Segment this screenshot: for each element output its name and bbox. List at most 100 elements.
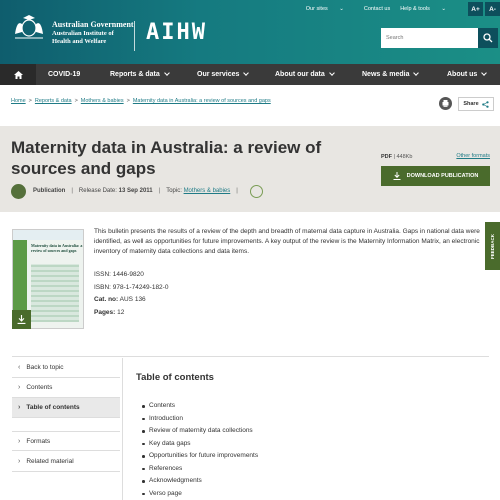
share-icon [481, 100, 489, 108]
contact-link[interactable]: Contact us [364, 6, 390, 12]
text-smaller-button[interactable]: A- [485, 2, 500, 16]
list-item[interactable]: Opportunities for future improvements [141, 450, 258, 463]
breadcrumb-current[interactable]: Maternity data in Australia: a review of… [133, 98, 271, 104]
list-item[interactable]: Verso page [141, 488, 258, 500]
utility-links: Our sites ⌄ Contact us Help & tools ⌄ A+… [306, 0, 500, 18]
list-item[interactable]: Contents [141, 400, 258, 413]
feedback-tab[interactable]: FEEDBACK [485, 222, 500, 270]
list-item[interactable]: Key data gaps [141, 438, 258, 451]
site-header: Australian Government Australian Institu… [0, 0, 500, 64]
nav-item-our-services[interactable]: Our services [197, 64, 250, 85]
home-nav-button[interactable] [0, 64, 36, 85]
sidebar-item-label: Back to topic [26, 364, 64, 371]
breadcrumb-home[interactable]: Home [11, 98, 26, 104]
help-link[interactable]: Help & tools ⌄ [400, 6, 456, 12]
sidebar-item-contents[interactable]: › Contents [12, 378, 120, 398]
file-format-info: PDF | 448Kb [381, 154, 413, 160]
chevron-down-icon [481, 70, 488, 76]
publication-abstract: This bulletin presents the results of a … [94, 228, 480, 255]
nav-label: About our data [275, 71, 325, 78]
release-date: 13 Sep 2011 [118, 188, 153, 194]
file-format: PDF [381, 154, 392, 160]
divider: | [158, 188, 161, 194]
breadcrumb-reports-data[interactable]: Reports & data [35, 98, 72, 104]
chevron-down-icon: ⌄ [441, 6, 446, 12]
search-icon [483, 33, 493, 43]
toc-heading: Table of contents [136, 372, 214, 383]
page-title: Maternity data in Australia: a review of… [11, 138, 322, 178]
divider: | [71, 188, 73, 194]
print-button[interactable] [439, 97, 452, 110]
breadcrumb-separator: > [126, 98, 130, 104]
list-item[interactable]: References [141, 463, 258, 476]
sidebar-item-label: Formats [26, 437, 51, 445]
download-icon [17, 315, 26, 324]
text-larger-button[interactable]: A+ [468, 2, 483, 16]
nav-item-about-our-data[interactable]: About our data [275, 64, 335, 85]
nav-item-about-us[interactable]: About us [447, 64, 488, 85]
divider: | [236, 188, 238, 194]
chevron-down-icon: ⌄ [339, 6, 344, 12]
nav-label: COVID-19 [48, 71, 81, 78]
topic-link[interactable]: Mothers & babies [184, 188, 231, 194]
publication-info-row: Publication | Release Date: 13 Sep 2011 … [11, 183, 263, 199]
nav-label: Reports & data [110, 71, 160, 78]
issn-row: ISSN: 1446-9820 [94, 269, 168, 282]
breadcrumb-mothers-babies[interactable]: Mothers & babies [81, 98, 124, 104]
cat-label: Cat. no: [94, 296, 119, 303]
pages-value: 12 [117, 308, 125, 316]
list-item[interactable]: Acknowledgments [141, 475, 258, 488]
search-button[interactable] [478, 28, 498, 48]
government-branding[interactable]: Australian Government Australian Institu… [52, 20, 134, 46]
publication-type: Publication [33, 188, 66, 194]
issn-value: 1446-9820 [112, 271, 144, 278]
home-icon [13, 70, 23, 79]
printer-icon [442, 100, 449, 107]
chevron-right-icon: › [18, 437, 21, 445]
cover-download-button[interactable] [12, 310, 31, 329]
institute-name-line2: Health and Welfare [52, 38, 107, 45]
breadcrumb-separator: > [74, 98, 78, 104]
cover-header [13, 230, 83, 240]
chevron-down-icon [163, 70, 170, 76]
chevron-down-icon [328, 70, 335, 76]
download-publication-button[interactable]: DOWNLOAD PUBLICATION [381, 166, 490, 186]
sidebar-item-toc[interactable]: › Table of contents [12, 398, 120, 418]
chevron-down-icon [413, 70, 420, 76]
nav-item-news-media[interactable]: News & media [362, 64, 420, 85]
sidebar-item-label: Related material [26, 458, 74, 465]
sidebar-item-formats[interactable]: › Formats [12, 431, 120, 451]
help-label: Help & tools [400, 6, 430, 12]
breadcrumb: Home > Reports & data > Mothers & babies > Mat… [11, 98, 271, 104]
chevron-right-icon: › [18, 384, 21, 391]
table-of-contents-panel: Table of contents Contents Introduction … [122, 358, 489, 500]
search-input[interactable]: Search [381, 28, 478, 48]
nav-item-reports-data[interactable]: Reports & data [110, 64, 170, 85]
cover-title: Maternity data in Australia: a review of… [31, 243, 83, 253]
nav-label: News & media [362, 71, 410, 78]
sidebar-item-related[interactable]: › Related material [12, 452, 120, 472]
sidebar-item-label: Contents [26, 384, 53, 391]
chevron-right-icon: › [18, 458, 21, 465]
our-sites-link[interactable]: Our sites ⌄ [306, 6, 354, 12]
sidebar-item-back[interactable]: ‹ Back to topic [12, 358, 120, 378]
release-date-label: Release Date: [78, 188, 117, 194]
cat-value: AUS 136 [119, 296, 146, 303]
aihw-logo[interactable]: AIHW [146, 20, 207, 45]
other-formats-link[interactable]: Other formats [456, 153, 490, 159]
feedback-label: FEEDBACK [490, 233, 496, 259]
file-size: 448Kb [396, 154, 413, 160]
nav-label: Our services [197, 71, 240, 78]
list-item[interactable]: Introduction [141, 413, 258, 426]
issn-label: ISSN: [94, 271, 111, 278]
accessibility-icon [249, 184, 263, 198]
share-button[interactable]: Share [458, 97, 494, 111]
list-item[interactable]: Review of maternity data collections [141, 425, 258, 438]
chevron-right-icon: › [18, 404, 21, 411]
chevron-left-icon: ‹ [18, 364, 21, 371]
nav-item-covid[interactable]: COVID-19 [48, 64, 80, 85]
header-divider [134, 21, 135, 51]
toc-list: Contents Introduction Review of maternit… [141, 400, 258, 500]
isbn-label: ISBN: [94, 283, 111, 291]
chevron-down-icon [243, 70, 250, 76]
